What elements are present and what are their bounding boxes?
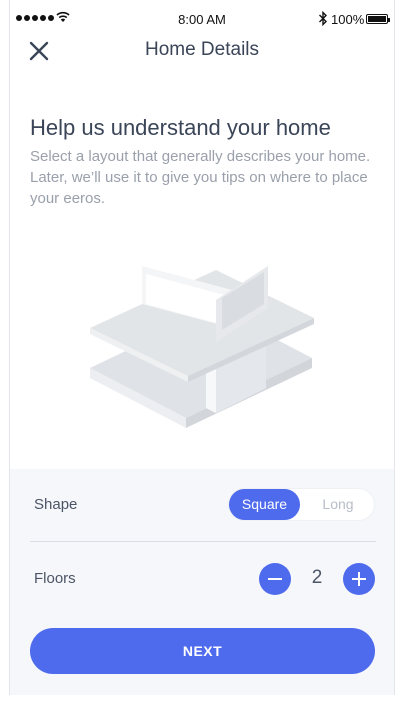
battery-icon bbox=[366, 14, 390, 24]
status-bar: 8:00 AM 100% bbox=[0, 0, 404, 40]
increase-floors-button[interactable] bbox=[343, 563, 375, 595]
decrease-floors-button[interactable] bbox=[259, 563, 291, 595]
divider bbox=[30, 541, 376, 542]
house-layout-illustration bbox=[90, 266, 314, 428]
shape-option-long[interactable]: Long bbox=[302, 489, 374, 520]
battery-percent: 100% bbox=[331, 12, 365, 27]
section-description: Select a layout that generally describes… bbox=[30, 148, 371, 207]
shape-toggle: Square Long bbox=[228, 488, 375, 521]
page-title: Home Details bbox=[144, 39, 260, 60]
floors-count: 2 bbox=[311, 567, 323, 588]
floors-label: Floors bbox=[34, 570, 76, 587]
shape-option-square[interactable]: Square bbox=[229, 489, 300, 520]
shape-label: Shape bbox=[34, 496, 78, 513]
next-button[interactable]: NEXT bbox=[30, 628, 375, 674]
section-heading: Help us understand your home bbox=[30, 115, 331, 140]
bluetooth-icon bbox=[319, 11, 327, 26]
